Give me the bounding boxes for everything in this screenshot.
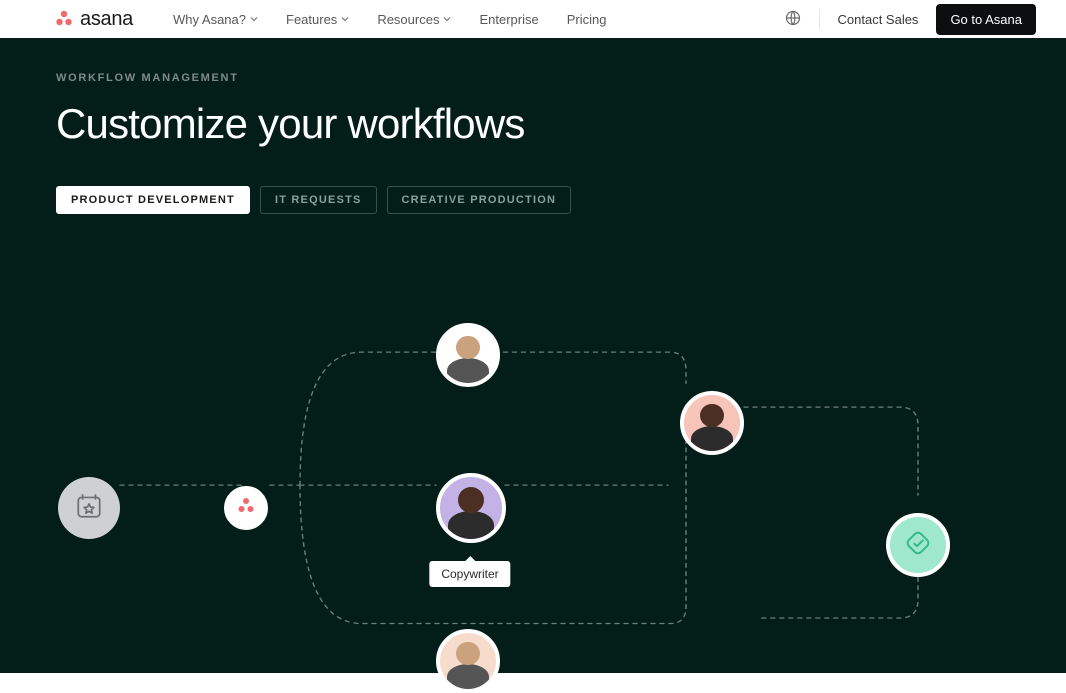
eyebrow: WORKFLOW MANAGEMENT: [56, 72, 1010, 84]
tab-product-development[interactable]: PRODUCT DEVELOPMENT: [56, 186, 250, 214]
start-node[interactable]: [58, 477, 120, 539]
brand-text: asana: [80, 8, 133, 31]
asana-logo-icon: [54, 9, 74, 29]
avatar-side[interactable]: [680, 391, 744, 455]
nav-item-label: Pricing: [567, 12, 607, 27]
brand[interactable]: asana: [54, 8, 133, 31]
avatar-placeholder-icon: [440, 633, 496, 689]
nav-item-why-asana[interactable]: Why Asana?: [173, 12, 258, 27]
calendar-star-icon: [74, 491, 104, 526]
nav-item-label: Features: [286, 12, 337, 27]
page-title: Customize your workflows: [56, 100, 1010, 148]
workflow-tabs: PRODUCT DEVELOPMENT IT REQUESTS CREATIVE…: [56, 186, 1010, 214]
role-tooltip: Copywriter: [429, 561, 510, 587]
avatar-placeholder-icon: [684, 395, 740, 451]
avatar-top[interactable]: [436, 323, 500, 387]
nav-item-label: Resources: [377, 12, 439, 27]
avatar-bottom[interactable]: [436, 629, 500, 693]
chevron-down-icon: [443, 15, 451, 23]
hero: WORKFLOW MANAGEMENT Customize your workf…: [0, 38, 1066, 673]
top-nav: asana Why Asana? Features Resources Ente…: [0, 0, 1066, 38]
avatar-center[interactable]: [436, 473, 506, 543]
chevron-down-icon: [250, 15, 258, 23]
tab-creative-production[interactable]: CREATIVE PRODUCTION: [387, 186, 572, 214]
connector-lines: [0, 233, 1066, 673]
asana-logo-icon: [236, 496, 256, 521]
nav-item-resources[interactable]: Resources: [377, 12, 451, 27]
divider: [819, 9, 820, 29]
nav-item-pricing[interactable]: Pricing: [567, 12, 607, 27]
chevron-down-icon: [341, 15, 349, 23]
avatar-placeholder-icon: [440, 477, 502, 539]
hub-node[interactable]: [224, 486, 268, 530]
nav-item-label: Why Asana?: [173, 12, 246, 27]
contact-sales-link[interactable]: Contact Sales: [838, 12, 919, 27]
nav-links: Why Asana? Features Resources Enterprise…: [173, 12, 606, 27]
check-diamond-icon: [903, 528, 933, 563]
nav-item-label: Enterprise: [479, 12, 538, 27]
avatar-placeholder-icon: [440, 327, 496, 383]
nav-item-features[interactable]: Features: [286, 12, 349, 27]
workflow-diagram: Copywriter: [0, 233, 1066, 673]
nav-right: Contact Sales Go to Asana: [785, 4, 1037, 35]
end-node[interactable]: [886, 513, 950, 577]
tab-it-requests[interactable]: IT REQUESTS: [260, 186, 377, 214]
language-button[interactable]: [785, 11, 801, 27]
globe-icon: [785, 10, 801, 29]
go-to-asana-button[interactable]: Go to Asana: [936, 4, 1036, 35]
nav-item-enterprise[interactable]: Enterprise: [479, 12, 538, 27]
